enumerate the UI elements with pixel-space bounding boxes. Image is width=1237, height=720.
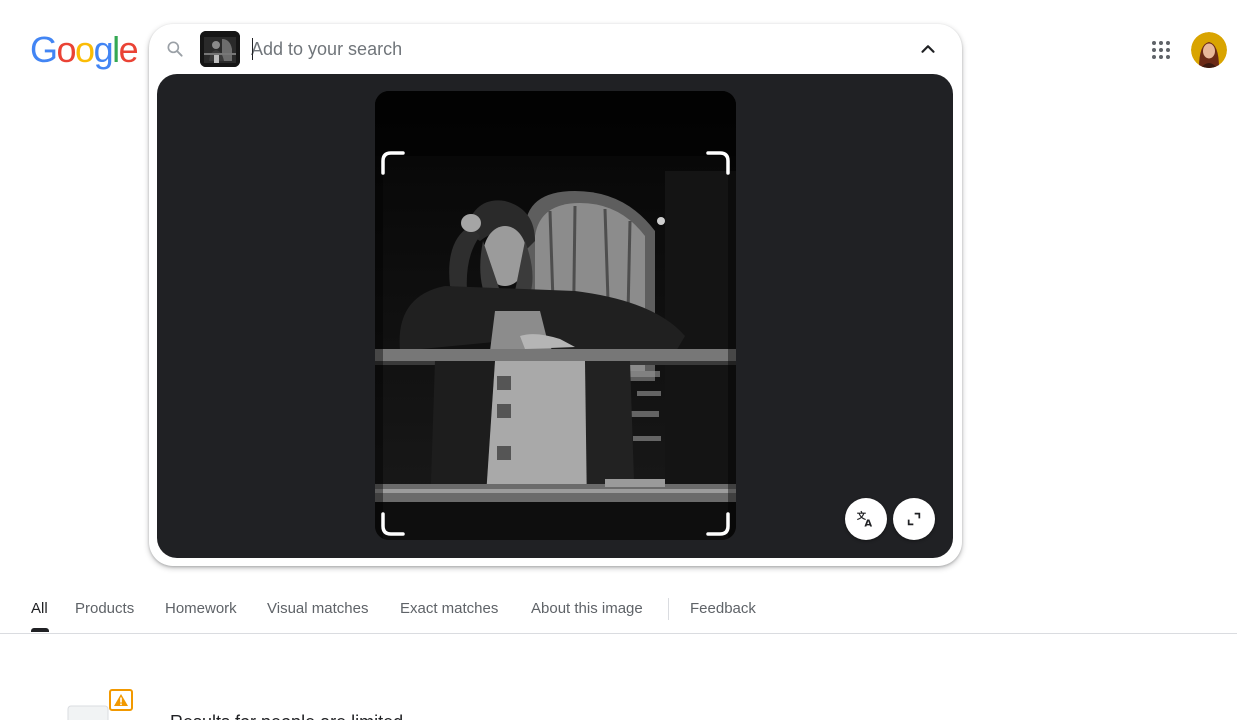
logo-letter: e bbox=[118, 29, 139, 70]
tab-all[interactable]: All bbox=[31, 600, 48, 617]
expand-icon bbox=[907, 512, 921, 526]
logo-letter: o bbox=[56, 29, 77, 70]
google-logo[interactable]: Google bbox=[30, 28, 139, 72]
tab-divider bbox=[668, 598, 669, 620]
image-preview-panel: 文 A bbox=[157, 74, 953, 558]
tab-about-this-image[interactable]: About this image bbox=[531, 600, 643, 617]
results-tabs: All Products Homework Visual matches Exa… bbox=[0, 588, 1237, 634]
feedback-link[interactable]: Feedback bbox=[690, 600, 756, 617]
translate-icon: 文 A bbox=[857, 510, 873, 530]
active-tab-indicator bbox=[31, 628, 49, 632]
expand-button[interactable] bbox=[893, 498, 935, 540]
logo-letter: G bbox=[30, 29, 58, 70]
tab-exact-matches[interactable]: Exact matches bbox=[400, 600, 498, 617]
search-input[interactable] bbox=[251, 34, 891, 64]
translate-button[interactable]: 文 A bbox=[845, 498, 887, 540]
svg-text:A: A bbox=[864, 519, 872, 530]
crop-corner-bottom-left[interactable] bbox=[381, 512, 405, 536]
crop-corner-top-right[interactable] bbox=[706, 151, 730, 175]
apps-grid-icon[interactable] bbox=[1151, 40, 1171, 60]
tab-products[interactable]: Products bbox=[75, 600, 134, 617]
tab-visual-matches[interactable]: Visual matches bbox=[267, 600, 368, 617]
google-lens-results-page: Google Add to your search 文 A All Produc… bbox=[0, 0, 1237, 720]
logo-letter: g bbox=[93, 29, 114, 70]
chevron-up-icon[interactable] bbox=[917, 38, 939, 60]
warning-icon bbox=[67, 689, 133, 720]
search-card: 文 A bbox=[149, 24, 962, 566]
query-image-thumbnail[interactable] bbox=[200, 31, 240, 67]
crop-corner-top-left[interactable] bbox=[381, 151, 405, 175]
text-cursor bbox=[252, 38, 253, 60]
search-bar bbox=[149, 24, 962, 74]
uploaded-photo[interactable] bbox=[375, 91, 736, 540]
results-limited-notice: Results for people are limited bbox=[170, 712, 403, 720]
search-icon[interactable] bbox=[165, 39, 185, 59]
logo-letter: o bbox=[75, 29, 95, 70]
tab-homework[interactable]: Homework bbox=[165, 600, 237, 617]
account-avatar[interactable] bbox=[1191, 32, 1227, 68]
crop-corner-bottom-right[interactable] bbox=[706, 512, 730, 536]
